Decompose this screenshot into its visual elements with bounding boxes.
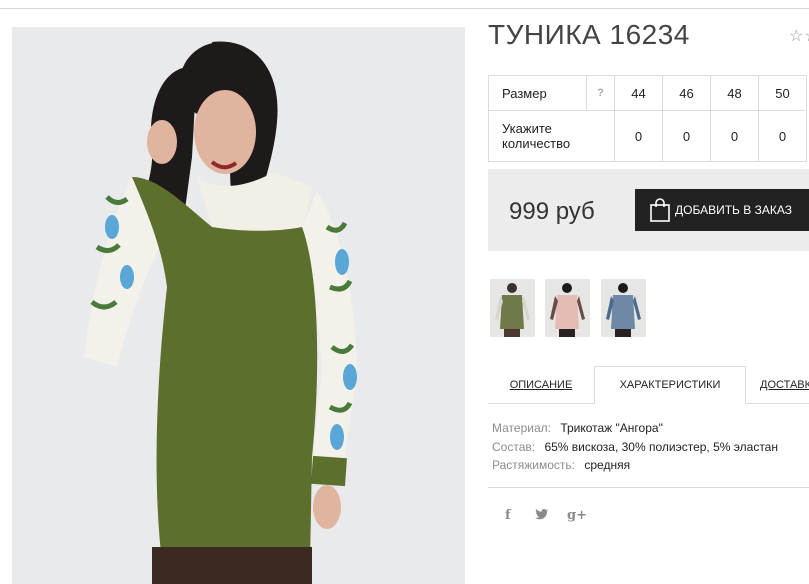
quantity-label-line2: количество [502,136,571,151]
share-divider [488,487,809,488]
product-title: ТУНИКА 16234 [488,19,690,50]
composition-value: 65% вискоза, 30% полиэстер, 5% эластан [544,440,778,454]
quantity-row: Укажите количество 0 0 0 0 [488,110,807,162]
tab-characteristics-label: ХАРАКТЕРИСТИКИ [619,379,721,391]
size-44[interactable]: 44 [614,75,663,111]
product-photo[interactable] [12,27,465,584]
material-value: Трикотаж "Ангора" [560,421,663,435]
add-to-order-label: ДОБАВИТЬ В ЗАКАЗ [675,203,792,217]
thumbnail-pink[interactable] [545,279,590,337]
tab-description-label: ОПИСАНИЕ [509,379,573,391]
tab-delivery[interactable]: ДОСТАВКА [760,366,809,404]
quantity-label: Укажите количество [488,110,615,162]
size-48[interactable]: 48 [710,75,759,111]
facebook-icon[interactable]: f [505,508,511,523]
stretch-value: средняя [584,458,631,472]
composition-row: Состав: 65% вискоза, 30% полиэстер, 5% э… [492,440,778,454]
stretch-key: Растяжимость: [492,458,576,472]
size-help-icon[interactable]: ? [586,75,615,111]
stretch-row: Растяжимость: средняя [492,458,630,472]
tab-description[interactable]: ОПИСАНИЕ [488,366,594,404]
thumbnail-green[interactable] [490,279,535,337]
rating-stars[interactable]: ☆☆ [789,26,809,46]
quantity-input-50[interactable]: 0 [758,110,807,162]
size-label: Размер [488,75,587,111]
price-panel: 999 руб ДОБАВИТЬ В ЗАКАЗ [488,169,809,251]
material-key: Материал: [492,421,551,435]
twitter-bird-icon [535,508,548,520]
add-to-order-button[interactable]: ДОБАВИТЬ В ЗАКАЗ [635,189,809,231]
size-quantity-table: Размер ? 44 46 48 50 Укажите количество … [488,75,807,162]
quantity-label-line1: Укажите [502,121,552,136]
size-50[interactable]: 50 [758,75,807,111]
top-divider [0,8,809,9]
quantity-input-46[interactable]: 0 [662,110,711,162]
price: 999 руб [509,198,595,225]
googleplus-icon[interactable]: g+ [567,508,587,523]
size-row: Размер ? 44 46 48 50 [488,75,807,111]
shopping-bag-icon [650,198,670,222]
material-row: Материал: Трикотаж "Ангора" [492,421,663,435]
size-46[interactable]: 46 [662,75,711,111]
quantity-input-48[interactable]: 0 [710,110,759,162]
composition-key: Состав: [492,440,536,454]
thumbnail-blue[interactable] [601,279,646,337]
quantity-input-44[interactable]: 0 [614,110,663,162]
twitter-icon[interactable] [535,508,549,523]
tab-characteristics[interactable]: ХАРАКТЕРИСТИКИ [594,366,746,404]
tab-delivery-label: ДОСТАВКА [760,379,809,391]
